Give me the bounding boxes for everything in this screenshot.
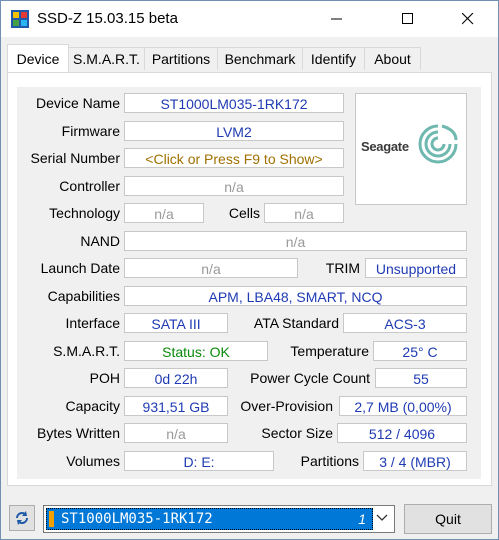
refresh-button[interactable] [9, 505, 35, 531]
trim-value: Unsupported [365, 258, 467, 278]
quit-button[interactable]: Quit [404, 504, 492, 534]
seagate-logo-text: Seagate [361, 139, 409, 154]
temperature-label: Temperature [290, 343, 369, 359]
seagate-logo-icon [418, 124, 458, 164]
launch-date-value: n/a [124, 258, 298, 278]
capabilities-label: Capabilities [47, 288, 120, 304]
temperature-value: 25° C [373, 341, 467, 361]
volumes-value: D: E: [124, 451, 274, 471]
app-icon [11, 10, 29, 28]
firmware-value: LVM2 [124, 121, 344, 141]
cells-label: Cells [228, 205, 260, 221]
volumes-label: Volumes [66, 453, 120, 469]
maximize-button[interactable] [385, 1, 431, 37]
drive-color-tag [49, 511, 54, 527]
over-provision-value: 2,7 MB (0,00%) [339, 396, 467, 416]
tab-partitions[interactable]: Partitions [144, 47, 218, 70]
controller-label: Controller [59, 178, 120, 194]
title-bar: SSD-Z 15.03.15 beta [1, 1, 498, 37]
tab-identify[interactable]: Identify [302, 47, 365, 70]
controller-value: n/a [124, 176, 344, 196]
capabilities-value: APM, LBA48, SMART, NCQ [124, 286, 467, 306]
ata-standard-label: ATA Standard [253, 315, 339, 331]
chevron-down-icon[interactable] [376, 512, 388, 524]
power-cycle-count-value: 55 [375, 368, 467, 388]
close-button[interactable] [445, 1, 491, 37]
launch-date-label: Launch Date [40, 260, 120, 276]
serial-number-value[interactable]: <Click or Press F9 to Show> [124, 148, 344, 168]
tab-device[interactable]: Device [7, 44, 69, 72]
cells-value: n/a [264, 203, 344, 223]
nand-value: n/a [124, 231, 467, 251]
technology-value: n/a [124, 203, 204, 223]
partitions-value: 3 / 4 (MBR) [363, 451, 467, 471]
maximize-icon [402, 13, 413, 24]
drive-name: ST1000LM035-1RK172 [61, 511, 213, 527]
drive-select[interactable]: ST1000LM035-1RK172 1 [43, 505, 395, 533]
tab-benchmark[interactable]: Benchmark [217, 47, 303, 70]
trim-label: TRIM [325, 260, 360, 276]
interface-label: Interface [65, 315, 120, 331]
nand-label: NAND [80, 233, 120, 249]
technology-label: Technology [49, 205, 120, 221]
sector-size-value: 512 / 4096 [337, 423, 467, 443]
app-window: SSD-Z 15.03.15 beta Device S.M.A.R.T. Pa… [0, 0, 499, 540]
capacity-label: Capacity [65, 398, 120, 414]
minimize-icon [331, 18, 342, 20]
power-cycle-count-label: Power Cycle Count [250, 370, 370, 386]
firmware-label: Firmware [61, 123, 120, 139]
refresh-icon [16, 511, 28, 525]
poh-label: POH [89, 370, 120, 386]
smart-label: S.M.A.R.T. [53, 343, 120, 359]
partitions-label: Partitions [300, 453, 359, 469]
ata-standard-value: ACS-3 [343, 313, 467, 333]
bytes-written-label: Bytes Written [37, 425, 120, 441]
drive-selected-item: ST1000LM035-1RK172 1 [46, 508, 373, 530]
tab-about[interactable]: About [364, 47, 421, 70]
device-name-label: Device Name [35, 95, 120, 111]
serial-number-label: Serial Number [30, 150, 120, 166]
tab-smart[interactable]: S.M.A.R.T. [68, 47, 145, 70]
drive-index: 1 [358, 511, 366, 527]
capacity-value: 931,51 GB [124, 396, 228, 416]
smart-status-value: Status: OK [124, 341, 268, 361]
sector-size-label: Sector Size [261, 425, 333, 441]
poh-value: 0d 22h [124, 368, 228, 388]
bytes-written-value: n/a [124, 423, 228, 443]
minimize-button[interactable] [314, 1, 360, 37]
device-name-value: ST1000LM035-1RK172 [124, 93, 344, 113]
window-title: SSD-Z 15.03.15 beta [37, 10, 178, 27]
over-provision-label: Over-Provision [240, 398, 333, 414]
close-icon [462, 13, 474, 25]
tab-strip: Device S.M.A.R.T. Partitions Benchmark I… [1, 37, 498, 73]
interface-value: SATA III [124, 313, 228, 333]
vendor-logo: Seagate [355, 93, 467, 205]
